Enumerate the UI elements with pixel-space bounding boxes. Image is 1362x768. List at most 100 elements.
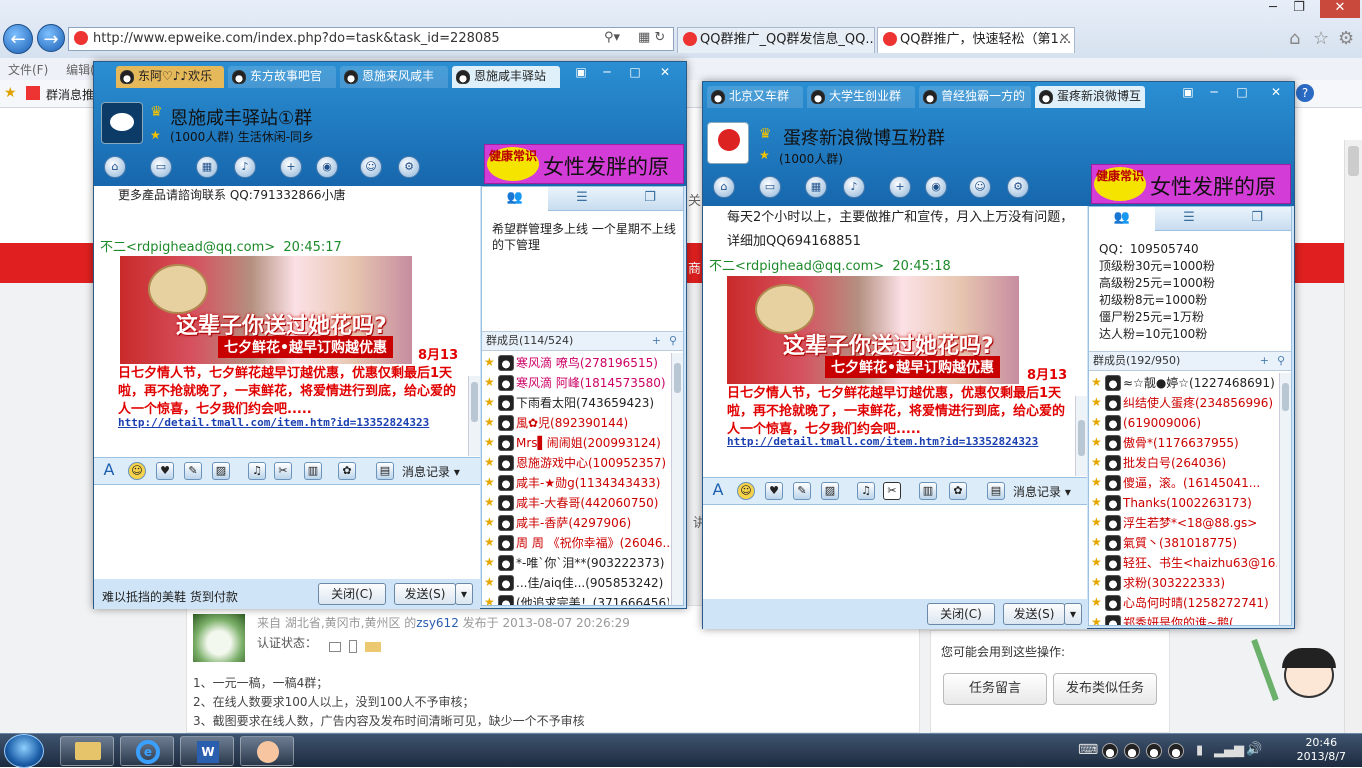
qq1-tab-3[interactable]: 恩施来风咸丰 — [340, 66, 448, 88]
tab-close-icon[interactable]: ✕ — [1059, 31, 1070, 46]
settings-gear-icon[interactable]: ⚙ — [1338, 28, 1354, 49]
post-user-link[interactable]: zsy612 — [416, 616, 459, 630]
settings-icon[interactable]: ⚙ — [1007, 176, 1029, 198]
qq1-ad-banner[interactable]: 健康常识 女性发胖的原因 — [484, 144, 684, 184]
qq2-send-button[interactable]: 发送(S) — [1003, 603, 1065, 625]
qq1-tab-1[interactable]: 东阿♡♪♪欢乐 — [116, 66, 224, 88]
user-avatar[interactable] — [193, 614, 245, 662]
qq2-ad-banner[interactable]: 健康常识 女性发胖的原因 — [1091, 164, 1291, 204]
qq1-input-field[interactable] — [94, 485, 480, 579]
forward-button[interactable]: → — [37, 24, 65, 52]
browser-tab-2[interactable]: QQ群推广，快速轻松（第1... — [877, 27, 1075, 53]
member-row[interactable]: ★ 咸丰-香萨(4297906) — [482, 513, 669, 533]
qq2-msg-record[interactable]: 消息记录 ▾ — [1013, 483, 1071, 500]
member-row[interactable]: ★ *-唯`你`泪**(903222373) — [482, 553, 669, 573]
font-icon[interactable]: A — [100, 462, 118, 480]
member-row[interactable]: ★ 下雨看太阳(743659423) — [482, 393, 669, 413]
ie-icon[interactable]: e — [120, 736, 174, 766]
qq1-minimize-icon[interactable]: ─ — [596, 65, 618, 81]
emoji-icon[interactable]: ☺ — [128, 462, 146, 480]
favorites-icon[interactable]: ★ — [4, 85, 17, 101]
back-button[interactable]: ← — [3, 24, 33, 54]
qq2-menu-icon[interactable]: ▣ — [1177, 85, 1199, 101]
vote-icon[interactable]: ▥ — [919, 482, 937, 500]
qq2-minimize-icon[interactable]: ─ — [1203, 85, 1225, 101]
compat-icon[interactable]: ▦ ↻ — [638, 30, 665, 45]
album-icon[interactable]: ▦ — [805, 176, 827, 198]
home-icon[interactable]: ⌂ — [1289, 28, 1300, 49]
vote-icon[interactable]: ▥ — [304, 462, 322, 480]
nav-fragment[interactable]: 商 — [688, 258, 701, 277]
network-icon[interactable]: ▂▄▆ — [1214, 743, 1244, 758]
keyboard-icon[interactable]: ⌨ — [1078, 742, 1098, 758]
video-icon[interactable]: ◉ — [925, 176, 947, 198]
qq1-group-avatar[interactable] — [101, 102, 143, 144]
qq2-send-options-icon[interactable]: ▾ — [1064, 603, 1082, 625]
shake-icon[interactable]: ✎ — [184, 462, 202, 480]
list-tab-icon[interactable]: ☰ — [548, 187, 616, 211]
add-member-icon[interactable]: + — [652, 332, 661, 350]
video-icon[interactable]: ◉ — [316, 156, 338, 178]
qq2-tab-3[interactable]: 曾经独霸一方的 — [919, 86, 1031, 108]
member-row[interactable]: ★ Thanks(1002263173) — [1089, 493, 1277, 513]
magic-emoji-icon[interactable]: ♥ — [156, 462, 174, 480]
qq2-close-icon[interactable]: ✕ — [1265, 85, 1287, 101]
qq1-link[interactable]: http://detail.tmall.com/item.htm?id=1335… — [118, 416, 429, 429]
qq2-group-avatar[interactable] — [707, 122, 749, 164]
qq2-chat-scrollbar[interactable] — [1075, 396, 1087, 476]
favorites-star-icon[interactable]: ☆ — [1313, 28, 1329, 49]
address-bar[interactable]: http://www.epweike.com/index.php?do=task… — [68, 27, 674, 51]
member-row[interactable]: ★ 心岛何时晴(1258272741) — [1089, 593, 1277, 613]
voice-icon[interactable]: ♪ — [234, 156, 256, 178]
gift-icon[interactable]: ✿ — [338, 462, 356, 480]
member-row[interactable]: ★ 傲骨*(1176637955) — [1089, 433, 1277, 453]
qq2-tab-1[interactable]: 北京又车群 — [707, 86, 803, 108]
qq-tray-icon[interactable] — [1146, 743, 1162, 759]
window-tab-icon[interactable]: ❐ — [1223, 207, 1291, 231]
member-row[interactable]: ★ 寒风滴 嘹鸟(278196515) — [482, 353, 669, 373]
qq1-flower-image[interactable]: 这辈子你送过她花吗? 七夕鲜花•越早订购越优惠 — [120, 256, 412, 364]
qq1-msg-record[interactable]: 消息记录 ▾ — [402, 463, 460, 480]
qq1-send-options-icon[interactable]: ▾ — [455, 583, 473, 605]
shake-icon[interactable]: ✎ — [793, 482, 811, 500]
clock[interactable]: 20:46 2013/8/7 — [1297, 736, 1346, 764]
music-icon[interactable]: ♫ — [857, 482, 875, 500]
fav-link[interactable]: 群消息推 — [46, 86, 94, 103]
voice-icon[interactable]: ♪ — [843, 176, 865, 198]
member-row[interactable]: ★ 咸丰-★勋g(1134343433) — [482, 473, 669, 493]
start-button[interactable] — [4, 734, 44, 768]
member-row[interactable]: ★ ≈☆靓●婷☆(1227468691) — [1089, 373, 1277, 393]
member-row[interactable]: ★ 纠结使人蛋疼(234856996) — [1089, 393, 1277, 413]
qq2-tab-4[interactable]: 蛋疼新浪微博互 — [1035, 86, 1145, 108]
qq-tray-icon[interactable] — [1102, 743, 1118, 759]
member-search-icon[interactable]: ⚲ — [669, 332, 677, 350]
home-icon[interactable]: ⌂ — [104, 156, 126, 178]
settings-icon[interactable]: ⚙ — [398, 156, 420, 178]
qq2-tab-2[interactable]: 大学生创业群 — [807, 86, 915, 108]
qq2-member-scrollbar[interactable] — [1279, 373, 1291, 625]
volume-icon[interactable]: 🔊 — [1246, 742, 1262, 757]
member-row[interactable]: ★ (619009006) — [1089, 413, 1277, 433]
menu-file[interactable]: 文件(F) — [8, 63, 48, 77]
magic-emoji-icon[interactable]: ♥ — [765, 482, 783, 500]
qq-group-taskbar-icon[interactable] — [240, 736, 294, 766]
screenshot-icon[interactable]: ✂ — [274, 462, 292, 480]
qq1-chat-scrollbar[interactable] — [468, 376, 480, 456]
member-row[interactable]: ★ 轻狂、书生<haizhu63@16... — [1089, 553, 1277, 573]
qq1-maximize-icon[interactable]: □ — [624, 65, 646, 81]
member-search-icon[interactable]: ⚲ — [1277, 352, 1285, 370]
member-row[interactable]: ★ ...佳/aiq佳...(905853242) — [482, 573, 669, 593]
member-row[interactable]: ★ 傻逼，滚。(16145041... — [1089, 473, 1277, 493]
emoji-icon[interactable]: ☺ — [737, 482, 755, 500]
qq1-menu-icon[interactable]: ▣ — [570, 65, 592, 81]
add-app-icon[interactable]: + — [889, 176, 911, 198]
explorer-icon[interactable] — [60, 736, 114, 766]
qq1-member-scrollbar[interactable] — [671, 353, 683, 605]
window-tab-icon[interactable]: ❐ — [616, 187, 684, 211]
member-row[interactable]: ★ Mrs▌闹闹姐(200993124) — [482, 433, 669, 453]
member-row[interactable]: ★ 咸丰-大春哥(442060750) — [482, 493, 669, 513]
image-icon[interactable]: ▨ — [212, 462, 230, 480]
restore-icon[interactable]: ❐ — [1284, 0, 1314, 18]
manager-icon[interactable]: ☺ — [360, 156, 382, 178]
help-icon[interactable]: ? — [1296, 84, 1314, 102]
